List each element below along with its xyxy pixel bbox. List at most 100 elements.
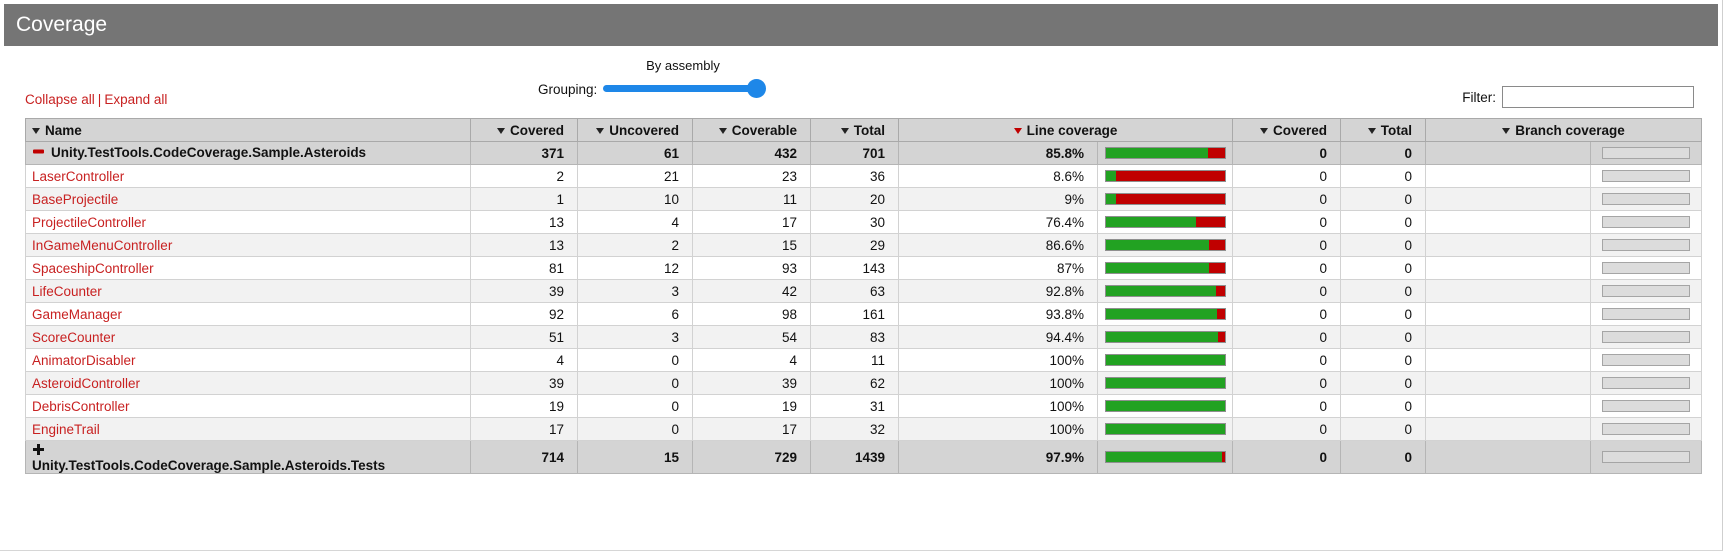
cell-line-coverage-bar bbox=[1098, 257, 1233, 280]
cell-line-coverage-bar bbox=[1098, 188, 1233, 211]
col-header-label: Name bbox=[45, 123, 82, 138]
cell-uncovered: 3 bbox=[578, 326, 693, 349]
link-separator: | bbox=[98, 92, 102, 107]
cell-total: 31 bbox=[811, 395, 899, 418]
col-header-uncovered[interactable]: Uncovered bbox=[578, 119, 693, 142]
cell-branch-covered: 0 bbox=[1233, 372, 1341, 395]
cell-line-coverage-pct: 8.6% bbox=[899, 165, 1098, 188]
cell-branch-total: 0 bbox=[1341, 326, 1426, 349]
covered-bar-segment bbox=[1106, 217, 1197, 227]
filter-input[interactable] bbox=[1502, 86, 1694, 108]
cell-total: 143 bbox=[811, 257, 899, 280]
col-header-label: Line coverage bbox=[1027, 123, 1118, 138]
cell-branch-coverage-pct bbox=[1426, 372, 1591, 395]
col-header-branch-coverage[interactable]: Branch coverage bbox=[1426, 119, 1702, 142]
cell-branch-coverage-pct bbox=[1426, 418, 1591, 441]
col-header-branch-covered[interactable]: Covered bbox=[1233, 119, 1341, 142]
cell-line-coverage-bar bbox=[1098, 441, 1233, 474]
cell-name: GameManager bbox=[26, 303, 471, 326]
line-coverage-bar bbox=[1105, 451, 1226, 463]
cell-branch-total: 0 bbox=[1341, 303, 1426, 326]
cell-coverable: 42 bbox=[693, 280, 811, 303]
cell-name: ScoreCounter bbox=[26, 326, 471, 349]
class-link[interactable]: ProjectileController bbox=[32, 215, 146, 230]
class-link[interactable]: GameManager bbox=[32, 307, 122, 322]
cell-name: LifeCounter bbox=[26, 280, 471, 303]
cell-coverable: 15 bbox=[693, 234, 811, 257]
slider-thumb[interactable] bbox=[747, 79, 766, 98]
cell-covered: 51 bbox=[471, 326, 578, 349]
expand-all-link[interactable]: Expand all bbox=[104, 92, 167, 107]
table-row: SpaceshipController81129314387%00 bbox=[26, 257, 1702, 280]
class-link[interactable]: ScoreCounter bbox=[32, 330, 115, 345]
cell-branch-coverage-pct bbox=[1426, 349, 1591, 372]
grouping-slider[interactable] bbox=[603, 78, 763, 99]
cell-line-coverage-pct: 93.8% bbox=[899, 303, 1098, 326]
line-coverage-bar bbox=[1105, 285, 1226, 297]
cell-line-coverage-bar bbox=[1098, 395, 1233, 418]
assembly-name: Unity.TestTools.CodeCoverage.Sample.Aste… bbox=[51, 145, 366, 160]
cell-uncovered: 15 bbox=[578, 441, 693, 474]
class-link[interactable]: DebrisController bbox=[32, 399, 130, 414]
cell-branch-coverage-pct bbox=[1426, 165, 1591, 188]
cell-branch-covered: 0 bbox=[1233, 418, 1341, 441]
collapse-all-link[interactable]: Collapse all bbox=[25, 92, 95, 107]
col-header-coverable[interactable]: Coverable bbox=[693, 119, 811, 142]
cell-name: BaseProjectile bbox=[26, 188, 471, 211]
branch-coverage-bar bbox=[1602, 216, 1690, 228]
sort-arrow-icon bbox=[841, 128, 849, 134]
class-link[interactable]: InGameMenuController bbox=[32, 238, 172, 253]
col-header-total[interactable]: Total bbox=[811, 119, 899, 142]
cell-branch-total: 0 bbox=[1341, 418, 1426, 441]
cell-line-coverage-pct: 100% bbox=[899, 349, 1098, 372]
col-header-covered[interactable]: Covered bbox=[471, 119, 578, 142]
cell-line-coverage-bar bbox=[1098, 165, 1233, 188]
cell-uncovered: 0 bbox=[578, 349, 693, 372]
cell-name: SpaceshipController bbox=[26, 257, 471, 280]
table-row: Unity.TestTools.CodeCoverage.Sample.Aste… bbox=[26, 142, 1702, 165]
class-link[interactable]: AsteroidController bbox=[32, 376, 140, 391]
cell-branch-total: 0 bbox=[1341, 257, 1426, 280]
cell-coverable: 432 bbox=[693, 142, 811, 165]
class-link[interactable]: EngineTrail bbox=[32, 422, 100, 437]
class-link[interactable]: LifeCounter bbox=[32, 284, 102, 299]
cell-line-coverage-pct: 86.6% bbox=[899, 234, 1098, 257]
table-row: InGameMenuController132152986.6%00 bbox=[26, 234, 1702, 257]
cell-branch-total: 0 bbox=[1341, 165, 1426, 188]
cell-branch-coverage-bar bbox=[1591, 395, 1702, 418]
cell-line-coverage-bar bbox=[1098, 142, 1233, 165]
cell-branch-total: 0 bbox=[1341, 395, 1426, 418]
class-link[interactable]: LaserController bbox=[32, 169, 124, 184]
page-title: Coverage bbox=[16, 13, 107, 36]
sort-arrow-icon bbox=[1260, 128, 1268, 134]
table-row: AsteroidController3903962100%00 bbox=[26, 372, 1702, 395]
slider-track-icon bbox=[603, 85, 763, 92]
cell-branch-coverage-pct bbox=[1426, 234, 1591, 257]
class-link[interactable]: SpaceshipController bbox=[32, 261, 154, 276]
covered-bar-segment bbox=[1106, 286, 1216, 296]
class-link[interactable]: BaseProjectile bbox=[32, 192, 118, 207]
cell-covered: 371 bbox=[471, 142, 578, 165]
cell-line-coverage-bar bbox=[1098, 349, 1233, 372]
filter-control: Filter: bbox=[1462, 86, 1694, 108]
cell-name: Unity.TestTools.CodeCoverage.Sample.Aste… bbox=[26, 441, 471, 474]
col-header-branch-total[interactable]: Total bbox=[1341, 119, 1426, 142]
line-coverage-bar bbox=[1105, 262, 1226, 274]
cell-line-coverage-pct: 85.8% bbox=[899, 142, 1098, 165]
line-coverage-bar bbox=[1105, 308, 1226, 320]
cell-branch-covered: 0 bbox=[1233, 142, 1341, 165]
cell-line-coverage-pct: 9% bbox=[899, 188, 1098, 211]
cell-uncovered: 0 bbox=[578, 395, 693, 418]
cell-uncovered: 0 bbox=[578, 418, 693, 441]
collapse-toggle-icon[interactable] bbox=[32, 145, 45, 161]
coverage-table: Name Covered Uncovered Coverable Total L… bbox=[25, 118, 1702, 474]
col-header-label: Covered bbox=[510, 123, 564, 138]
class-link[interactable]: AnimatorDisabler bbox=[32, 353, 136, 368]
col-header-line-coverage[interactable]: Line coverage bbox=[899, 119, 1233, 142]
cell-coverable: 17 bbox=[693, 211, 811, 234]
table-row: ProjectileController134173076.4%00 bbox=[26, 211, 1702, 234]
grouping-value-label: By assembly bbox=[603, 58, 763, 73]
expand-toggle-icon[interactable] bbox=[32, 443, 464, 458]
col-header-name[interactable]: Name bbox=[26, 119, 471, 142]
cell-name: EngineTrail bbox=[26, 418, 471, 441]
